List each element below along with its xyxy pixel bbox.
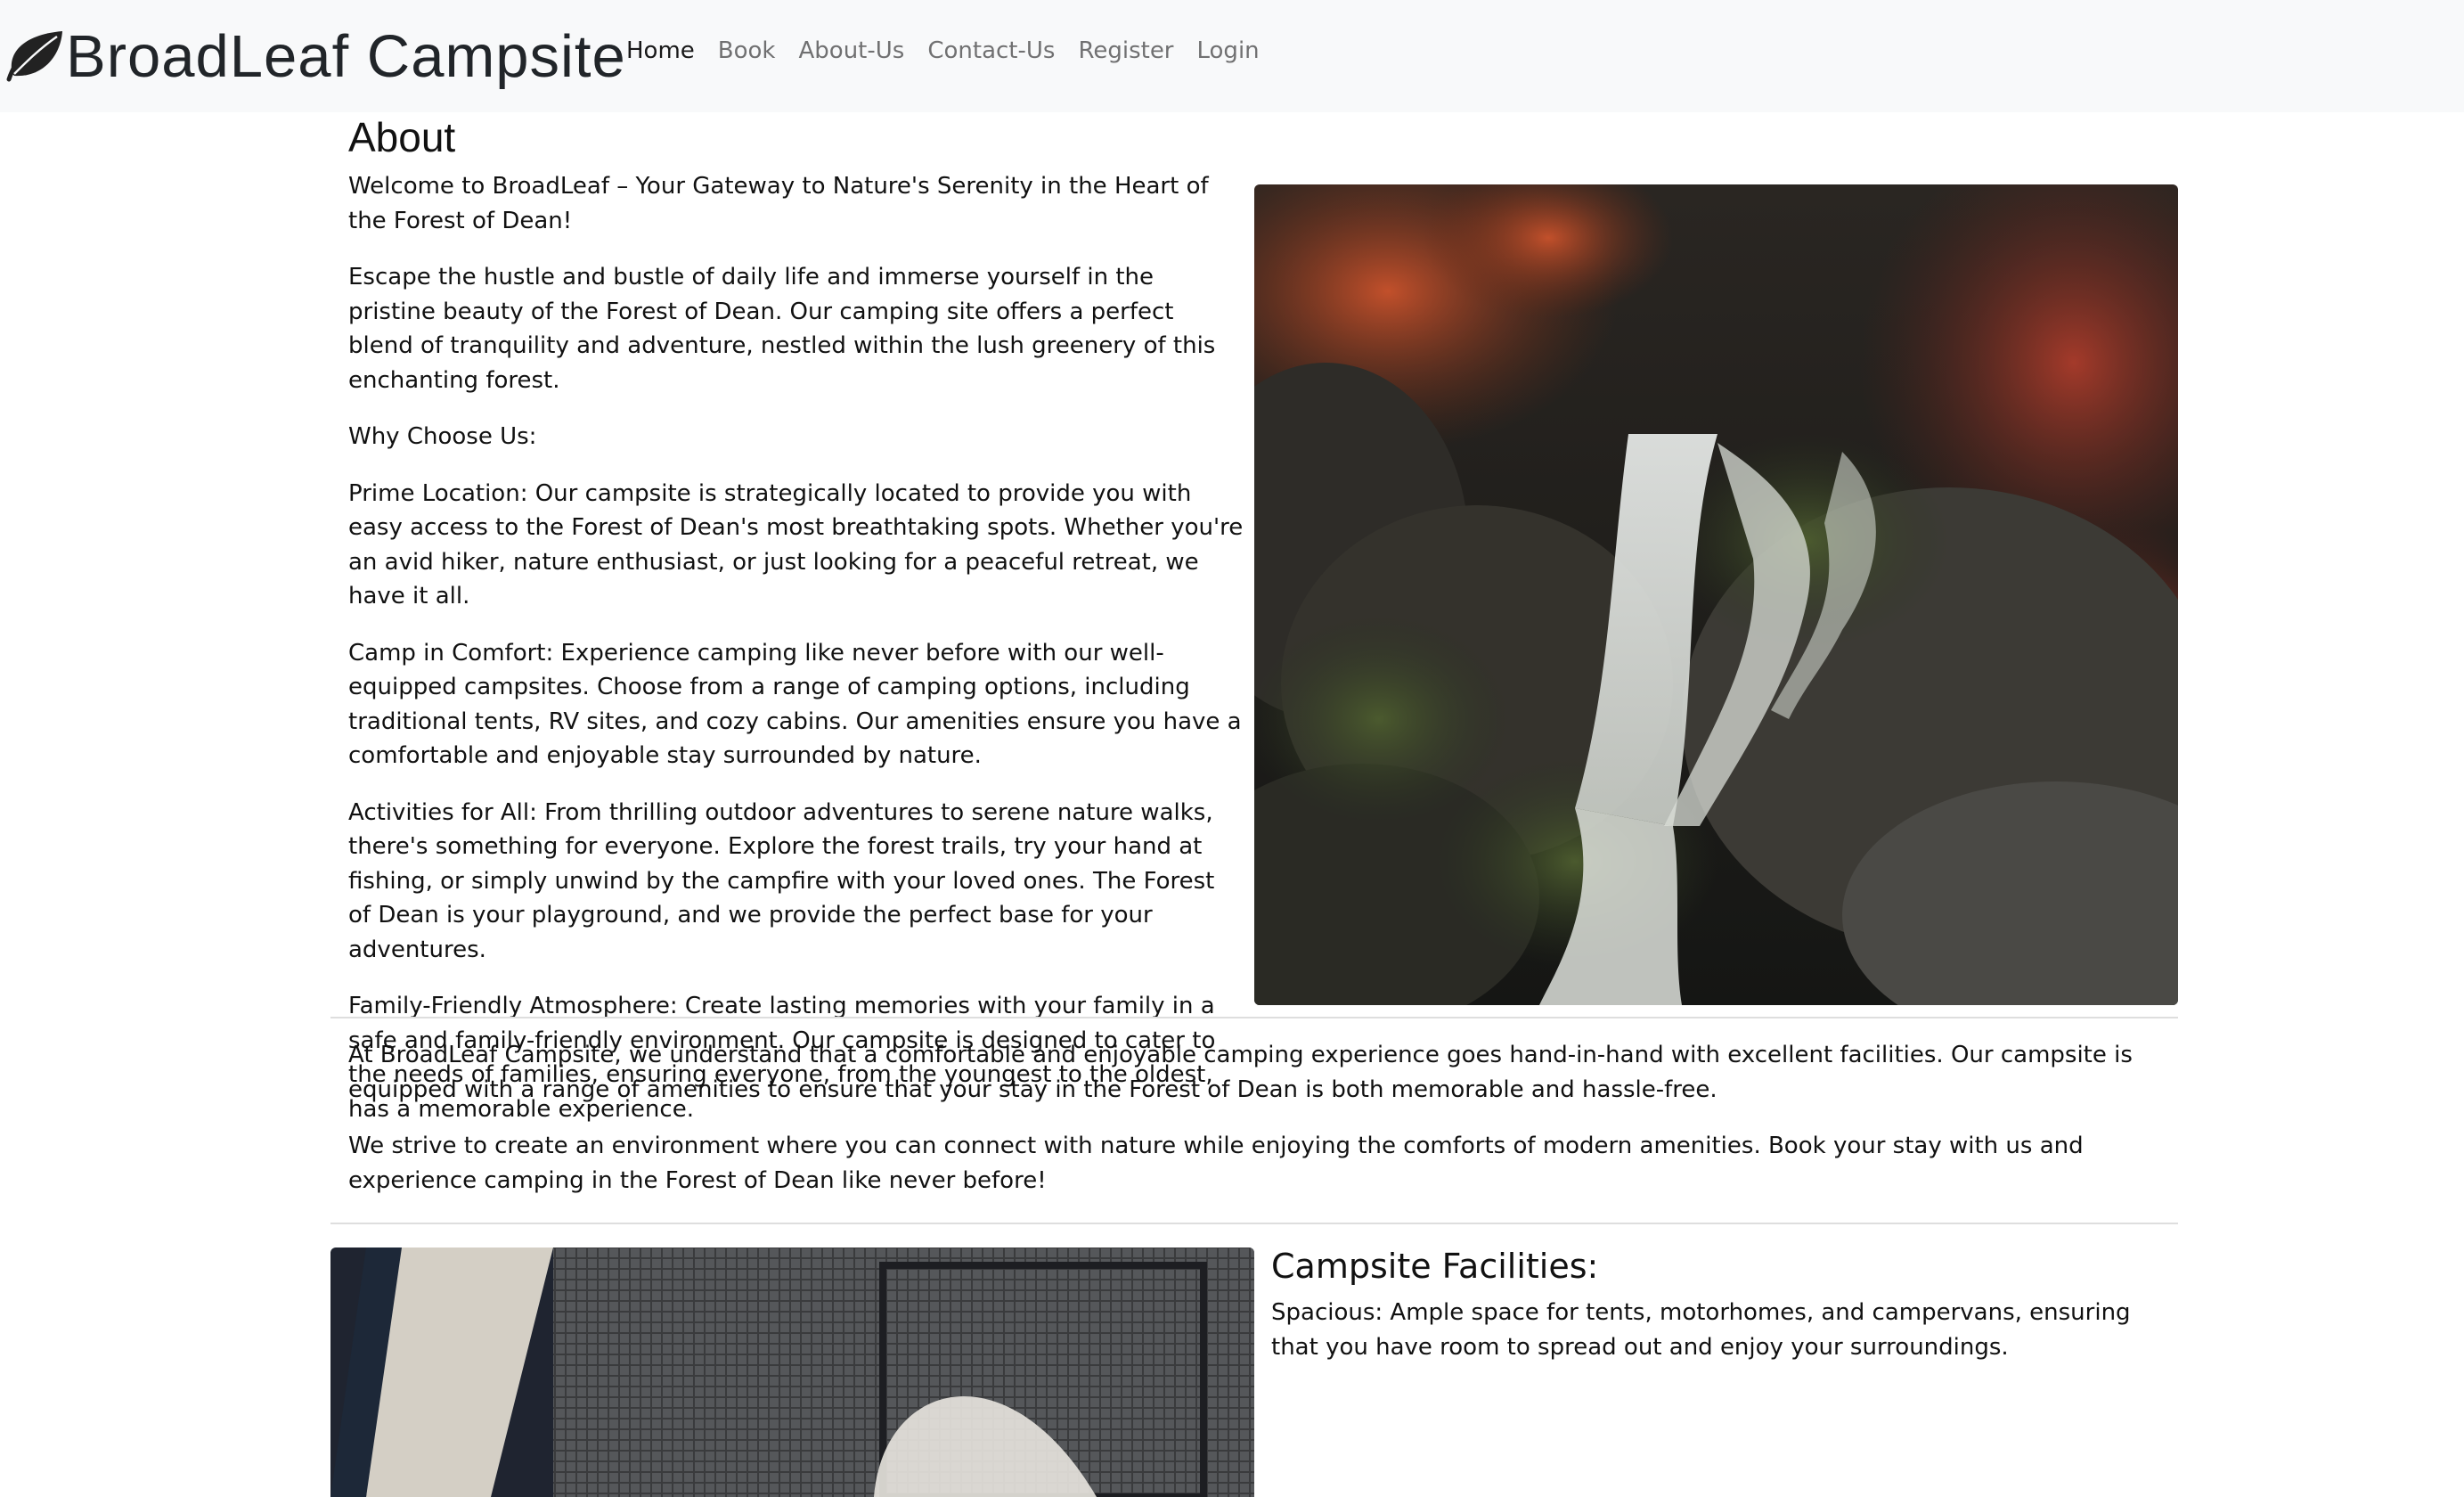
top-navbar: BroadLeaf Campsite Home Book About-Us Co… (0, 0, 2464, 112)
waterfall-image (1254, 184, 2178, 1005)
brand-title: BroadLeaf Campsite (66, 22, 626, 90)
about-text: Welcome to BroadLeaf – Your Gateway to N… (348, 169, 1244, 1149)
facility-paragraph: Spacious: Ample space for tents, motorho… (1271, 1299, 2131, 1361)
nav-login[interactable]: Login (1186, 32, 1271, 70)
about-paragraph: Camp in Comfort: Experience camping like… (348, 639, 1242, 770)
nav-home[interactable]: Home (615, 32, 706, 70)
about-paragraph: Welcome to BroadLeaf – Your Gateway to N… (348, 173, 1209, 234)
divider (330, 1017, 2178, 1018)
nav-about-us[interactable]: About-Us (787, 32, 917, 70)
about-paragraph: Escape the hustle and bustle of daily li… (348, 264, 1216, 394)
facilities-text: Spacious: Ample space for tents, motorho… (1271, 1296, 2162, 1364)
leaf-icon (6, 31, 62, 82)
about-paragraph: Activities for All: From thrilling outdo… (348, 798, 1215, 963)
facilities-image (330, 1248, 1254, 1497)
about-paragraph: Why Choose Us: (348, 423, 537, 450)
intro-paragraph: At BroadLeaf Campsite, we understand tha… (348, 1042, 2133, 1103)
facilities-intro: At BroadLeaf Campsite, we understand tha… (348, 1038, 2166, 1220)
nav-contact-us[interactable]: Contact-Us (916, 32, 1066, 70)
facilities-heading: Campsite Facilities: (1271, 1247, 1599, 1286)
about-paragraph: Prime Location: Our campsite is strategi… (348, 479, 1244, 610)
divider (330, 1223, 2178, 1224)
about-heading: About (348, 114, 456, 160)
nav-book[interactable]: Book (706, 32, 787, 70)
nav-links: Home Book About-Us Contact-Us Register L… (615, 32, 1271, 70)
brand-link[interactable]: BroadLeaf Campsite (4, 7, 626, 105)
nav-register[interactable]: Register (1066, 32, 1185, 70)
intro-paragraph: We strive to create an environment where… (348, 1133, 2084, 1194)
